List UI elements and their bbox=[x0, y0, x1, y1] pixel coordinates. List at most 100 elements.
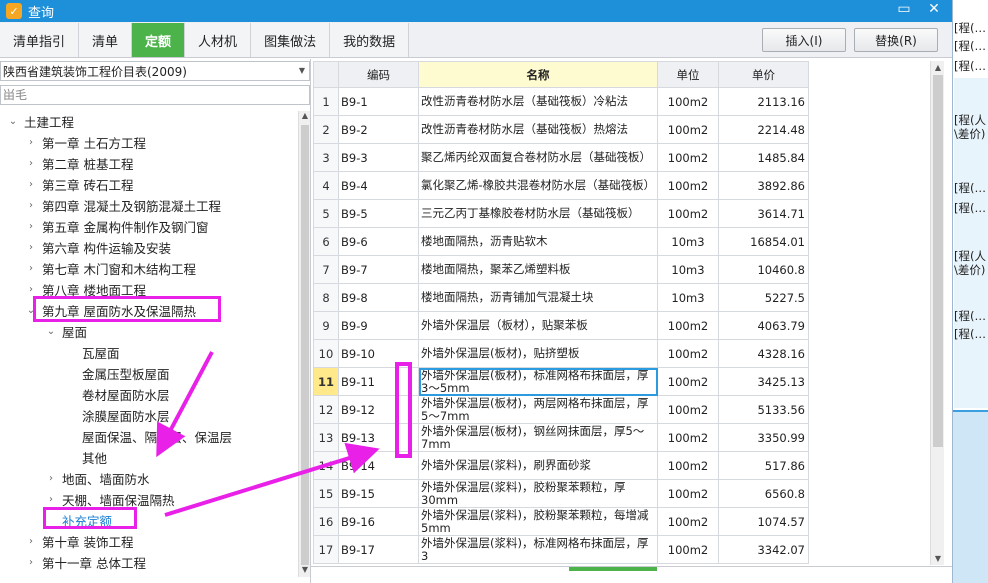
splitter-handle[interactable] bbox=[569, 567, 657, 571]
tree-node[interactable]: › 第五章 金属构件制作及钢门窗 bbox=[24, 216, 208, 237]
table-row[interactable]: 5 B9-5 三元乙丙丁基橡胶卷材防水层（基础筏板） 100m2 3614.71 bbox=[313, 199, 809, 228]
tree-node[interactable]: 卷材屋面防水层 bbox=[64, 384, 170, 405]
row-code[interactable]: B9-8 bbox=[338, 283, 419, 312]
row-name[interactable]: 外墙外保温层(板材)，两层网格布抹面层，厚5～7mm bbox=[418, 395, 658, 424]
tree-node[interactable]: ⌄ 土建工程 bbox=[6, 111, 74, 132]
row-price[interactable]: 3892.86 bbox=[718, 171, 809, 200]
chevron-right-icon[interactable]: › bbox=[24, 200, 38, 211]
row-code[interactable]: B9-16 bbox=[338, 507, 419, 536]
row-price[interactable]: 2113.16 bbox=[718, 87, 809, 116]
row-name[interactable]: 外墙外保温层(板材)，标准网格布抹面层，厚3～5mm bbox=[418, 367, 658, 396]
row-price[interactable]: 1485.84 bbox=[718, 143, 809, 172]
row-unit[interactable]: 100m2 bbox=[657, 423, 719, 452]
chevron-down-icon[interactable]: ⌄ bbox=[6, 116, 20, 127]
row-code[interactable]: B9-9 bbox=[338, 311, 419, 340]
row-name[interactable]: 楼地面隔热，聚苯乙烯塑料板 bbox=[418, 255, 658, 284]
table-row[interactable]: 14 B9-14 外墙外保温层(浆料)，刷界面砂浆 100m2 517.86 bbox=[313, 451, 809, 480]
row-unit[interactable]: 100m2 bbox=[657, 171, 719, 200]
row-index[interactable]: 1 bbox=[313, 87, 339, 116]
row-code[interactable]: B9-2 bbox=[338, 115, 419, 144]
row-index[interactable]: 6 bbox=[313, 227, 339, 256]
tree-node[interactable]: 金属压型板屋面 bbox=[64, 363, 170, 384]
row-index[interactable]: 11 bbox=[313, 367, 339, 396]
table-row[interactable]: 11 B9-11 外墙外保温层(板材)，标准网格布抹面层，厚3～5mm 100m2 34… bbox=[313, 367, 809, 396]
bottom-splitter[interactable] bbox=[311, 566, 952, 583]
row-price[interactable]: 5133.56 bbox=[718, 395, 809, 424]
row-code[interactable]: B9-17 bbox=[338, 535, 419, 564]
row-name[interactable]: 外墙外保温层(板材)，钢丝网抹面层，厚5～7mm bbox=[418, 423, 658, 452]
table-scrollbar-thumb[interactable] bbox=[933, 75, 943, 447]
row-unit[interactable]: 10m3 bbox=[657, 255, 719, 284]
row-price[interactable]: 3614.71 bbox=[718, 199, 809, 228]
row-unit[interactable]: 100m2 bbox=[657, 339, 719, 368]
row-index[interactable]: 5 bbox=[313, 199, 339, 228]
chevron-right-icon[interactable]: › bbox=[24, 557, 38, 568]
row-price[interactable]: 3342.07 bbox=[718, 535, 809, 564]
chevron-right-icon[interactable]: › bbox=[24, 242, 38, 253]
row-name[interactable]: 改性沥青卷材防水层（基础筏板）热熔法 bbox=[418, 115, 658, 144]
row-index[interactable]: 12 bbox=[313, 395, 339, 424]
insert-button[interactable]: 插入(I) bbox=[762, 28, 846, 52]
row-index[interactable]: 17 bbox=[313, 535, 339, 564]
tree-node[interactable]: 涂膜屋面防水层 bbox=[64, 405, 170, 426]
table-row[interactable]: 15 B9-15 外墙外保温层(浆料)，胶粉聚苯颗粒，厚30mm 100m2 6560.… bbox=[313, 479, 809, 508]
tree-node[interactable]: › 第二章 桩基工程 bbox=[24, 153, 133, 174]
table-scrollbar[interactable]: ▲ ▼ bbox=[930, 61, 944, 565]
row-unit[interactable]: 100m2 bbox=[657, 87, 719, 116]
row-code[interactable]: B9-7 bbox=[338, 255, 419, 284]
header-name[interactable]: 名称 bbox=[418, 61, 658, 88]
row-code[interactable]: B9-5 bbox=[338, 199, 419, 228]
row-unit[interactable]: 100m2 bbox=[657, 199, 719, 228]
table-row[interactable]: 10 B9-10 外墙外保温层(板材)，贴挤塑板 100m2 4328.16 bbox=[313, 339, 809, 368]
replace-button[interactable]: 替换(R) bbox=[854, 28, 938, 52]
row-code[interactable]: B9-6 bbox=[338, 227, 419, 256]
tree-scrollbar-thumb[interactable] bbox=[301, 125, 309, 565]
tab-atlas-method[interactable]: 图集做法 bbox=[251, 23, 331, 57]
row-unit[interactable]: 100m2 bbox=[657, 115, 719, 144]
row-unit[interactable]: 100m2 bbox=[657, 395, 719, 424]
row-index[interactable]: 7 bbox=[313, 255, 339, 284]
table-row[interactable]: 13 B9-13 外墙外保温层(板材)，钢丝网抹面层，厚5～7mm 100m2 3350… bbox=[313, 423, 809, 452]
chevron-right-icon[interactable]: › bbox=[24, 158, 38, 169]
library-select[interactable]: 陕西省建筑装饰工程价目表(2009) ▼ bbox=[0, 61, 310, 81]
row-unit[interactable]: 100m2 bbox=[657, 535, 719, 564]
search-input[interactable] bbox=[0, 85, 310, 105]
row-unit[interactable]: 100m2 bbox=[657, 479, 719, 508]
row-unit[interactable]: 100m2 bbox=[657, 311, 719, 340]
table-row[interactable]: 1 B9-1 改性沥青卷材防水层（基础筏板）冷粘法 100m2 2113.16 bbox=[313, 87, 809, 116]
table-row[interactable]: 2 B9-2 改性沥青卷材防水层（基础筏板）热熔法 100m2 2214.48 bbox=[313, 115, 809, 144]
row-index[interactable]: 10 bbox=[313, 339, 339, 368]
chevron-right-icon[interactable]: › bbox=[24, 179, 38, 190]
row-code[interactable]: B9-15 bbox=[338, 479, 419, 508]
tab-my-data[interactable]: 我的数据 bbox=[330, 23, 410, 57]
tab-bill-guide[interactable]: 清单指引 bbox=[0, 23, 80, 57]
header-unit[interactable]: 单位 bbox=[657, 61, 719, 88]
row-index[interactable]: 14 bbox=[313, 451, 339, 480]
tab-quota[interactable]: 定额 bbox=[132, 23, 186, 57]
row-name[interactable]: 三元乙丙丁基橡胶卷材防水层（基础筏板） bbox=[418, 199, 658, 228]
row-unit[interactable]: 10m3 bbox=[657, 227, 719, 256]
row-index[interactable]: 16 bbox=[313, 507, 339, 536]
row-name[interactable]: 外墙外保温层（板材），贴聚苯板 bbox=[418, 311, 658, 340]
row-name[interactable]: 改性沥青卷材防水层（基础筏板）冷粘法 bbox=[418, 87, 658, 116]
header-code[interactable]: 编码 bbox=[338, 61, 419, 88]
tree-node[interactable]: › 第十一章 总体工程 bbox=[24, 552, 146, 573]
chevron-right-icon[interactable]: › bbox=[24, 137, 38, 148]
chevron-right-icon[interactable]: › bbox=[44, 473, 58, 484]
row-code[interactable]: B9-4 bbox=[338, 171, 419, 200]
scroll-up-icon[interactable]: ▲ bbox=[933, 63, 943, 72]
tab-bill[interactable]: 清单 bbox=[79, 23, 133, 57]
row-price[interactable]: 517.86 bbox=[718, 451, 809, 480]
row-price[interactable]: 5227.5 bbox=[718, 283, 809, 312]
tree-node[interactable]: › 第十章 装饰工程 bbox=[24, 531, 133, 552]
table-row[interactable]: 7 B9-7 楼地面隔热，聚苯乙烯塑料板 10m3 10460.8 bbox=[313, 255, 809, 284]
row-name[interactable]: 外墙外保温层(板材)，贴挤塑板 bbox=[418, 339, 658, 368]
row-price[interactable]: 3425.13 bbox=[718, 367, 809, 396]
table-row[interactable]: 16 B9-16 外墙外保温层(浆料)，胶粉聚苯颗粒，每增减5mm 100m2 1074… bbox=[313, 507, 809, 536]
header-price[interactable]: 单价 bbox=[718, 61, 809, 88]
chevron-right-icon[interactable]: › bbox=[24, 263, 38, 274]
row-price[interactable]: 2214.48 bbox=[718, 115, 809, 144]
row-name[interactable]: 外墙外保温层(浆料)，刷界面砂浆 bbox=[418, 451, 658, 480]
chevron-right-icon[interactable]: › bbox=[24, 221, 38, 232]
row-index[interactable]: 13 bbox=[313, 423, 339, 452]
